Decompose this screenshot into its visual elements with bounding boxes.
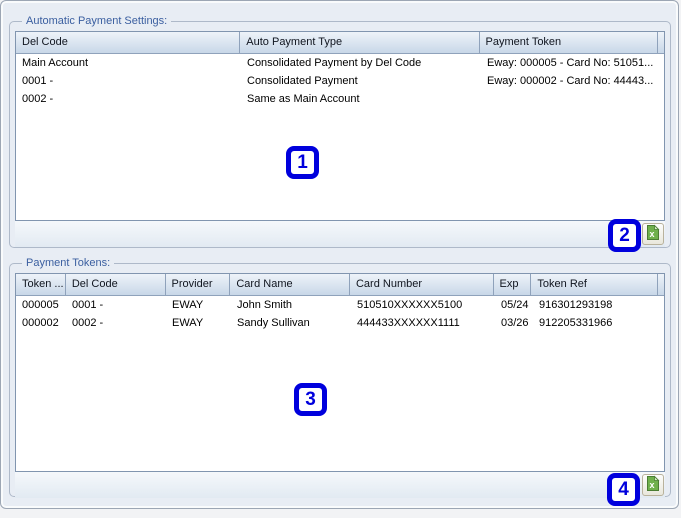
cell-auto-payment-type: Same as Main Account [247, 93, 360, 105]
export-excel-button[interactable]: x [642, 223, 664, 245]
payment-settings-grid-header: Del Code Auto Payment Type Payment Token [16, 32, 664, 54]
table-row[interactable]: 000002 0002 - EWAY Sandy Sullivan 444433… [16, 314, 664, 332]
cell-card-name: John Smith [237, 299, 293, 311]
cell-exp: 05/24 [501, 299, 529, 311]
cell-token-ref: 916301293198 [539, 299, 613, 311]
group-payment-tokens: Payment Tokens: Token ... Del Code Provi… [9, 256, 671, 498]
payment-settings-grid: Del Code Auto Payment Type Payment Token… [15, 31, 665, 221]
cell-exp: 03/26 [501, 317, 529, 329]
column-header-del-code[interactable]: Del Code [66, 274, 166, 295]
column-header-token-ref[interactable]: Token Ref [531, 274, 659, 295]
cell-del-code: 0001 - [72, 299, 104, 311]
column-header-del-code[interactable]: Del Code [16, 32, 241, 53]
column-header-filler [658, 32, 664, 53]
payment-tokens-grid: Token ... Del Code Provider Card Name Ca… [15, 273, 665, 472]
annotation-1: 1 [286, 146, 319, 179]
export-excel-button[interactable]: x [642, 474, 664, 496]
column-header-token[interactable]: Token ... [16, 274, 66, 295]
app-window: Automatic Payment Settings: Del Code Aut… [0, 0, 679, 509]
cell-payment-token: Eway: 000002 - Card No: 44443... [487, 75, 654, 87]
table-row[interactable]: 0002 - Same as Main Account [16, 90, 664, 108]
svg-text:x: x [649, 480, 654, 490]
cell-del-code: 0002 - [72, 317, 104, 329]
column-header-exp[interactable]: Exp [494, 274, 532, 295]
cell-payment-token: Eway: 000005 - Card No: 51051... [487, 57, 654, 69]
cell-auto-payment-type: Consolidated Payment [247, 75, 358, 87]
cell-card-number: 510510XXXXXX5100 [357, 299, 463, 311]
column-header-auto-payment-type[interactable]: Auto Payment Type [240, 32, 480, 53]
cell-card-name: Sandy Sullivan [237, 317, 310, 329]
cell-token: 000002 [22, 317, 59, 329]
excel-file-icon: x [646, 475, 660, 495]
cell-token-ref: 912205331966 [539, 317, 613, 329]
column-header-filler [658, 274, 664, 295]
group-automatic-payment-settings: Automatic Payment Settings: Del Code Aut… [9, 14, 671, 248]
cell-del-code: 0001 - [22, 75, 54, 87]
cell-card-number: 444433XXXXXX1111 [357, 317, 460, 329]
annotation-3: 3 [294, 383, 327, 416]
column-header-provider[interactable]: Provider [166, 274, 231, 295]
column-header-card-name[interactable]: Card Name [230, 274, 350, 295]
annotation-2: 2 [608, 219, 641, 252]
cell-payment-token [481, 90, 660, 108]
table-row[interactable]: 000005 0001 - EWAY John Smith 510510XXXX… [16, 296, 664, 314]
table-row[interactable]: 0001 - Consolidated Payment Eway: 000002… [16, 72, 664, 90]
table-row[interactable]: Main Account Consolidated Payment by Del… [16, 54, 664, 72]
column-header-card-number[interactable]: Card Number [350, 274, 494, 295]
payment-settings-grid-footer: x [15, 221, 665, 247]
cell-del-code: Main Account [22, 57, 89, 69]
column-header-payment-token[interactable]: Payment Token [480, 32, 658, 53]
cell-provider: EWAY [172, 299, 204, 311]
cell-auto-payment-type: Consolidated Payment by Del Code [247, 57, 422, 69]
cell-del-code: 0002 - [22, 93, 54, 105]
group-title-automatic-payment-settings: Automatic Payment Settings: [22, 14, 172, 28]
cell-provider: EWAY [172, 317, 204, 329]
svg-text:x: x [649, 229, 654, 239]
payment-tokens-grid-header: Token ... Del Code Provider Card Name Ca… [16, 274, 664, 296]
annotation-4: 4 [607, 473, 640, 506]
group-title-payment-tokens: Payment Tokens: [22, 256, 115, 270]
payment-tokens-grid-footer: x [15, 472, 665, 498]
excel-file-icon: x [646, 224, 660, 244]
cell-token: 000005 [22, 299, 59, 311]
